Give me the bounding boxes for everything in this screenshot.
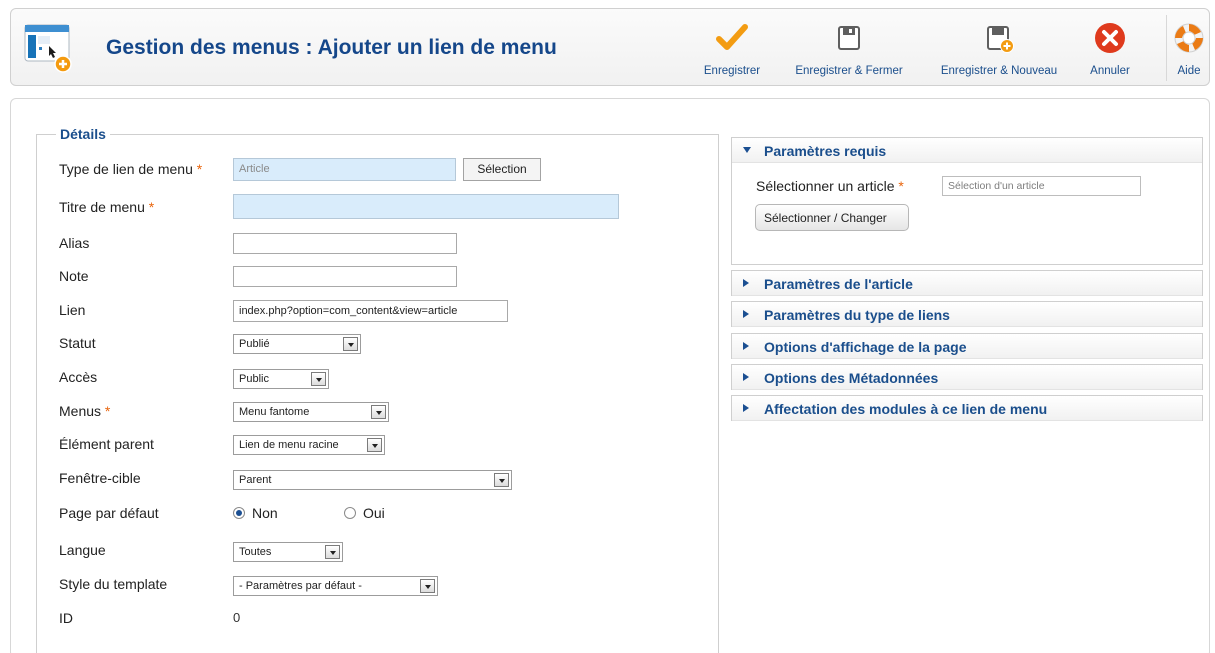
id-value: 0 [233, 610, 241, 625]
article-params-header[interactable]: Paramètres de l'article [732, 271, 1202, 296]
menus-value: Menu fantome [239, 406, 310, 418]
default-page-yes-label: Oui [363, 505, 385, 521]
access-value: Public [239, 373, 269, 385]
note-input[interactable] [233, 266, 457, 287]
save-button[interactable]: Enregistrer [698, 21, 766, 83]
status-label: Statut [59, 335, 96, 351]
chevron-down-icon [494, 473, 509, 487]
cancel-button[interactable]: Annuler [1083, 21, 1137, 83]
required-params-header[interactable]: Paramètres requis [732, 138, 1202, 163]
link-type-params-panel[interactable]: Paramètres du type de liens [731, 301, 1203, 327]
save-new-button[interactable]: Enregistrer & Nouveau [929, 21, 1069, 83]
caret-down-icon [743, 147, 751, 153]
caret-right-icon [743, 342, 749, 350]
default-page-yes-radio[interactable]: Oui [344, 505, 385, 521]
menus-label: Menus * [59, 403, 111, 419]
language-select[interactable]: Toutes [233, 542, 343, 562]
save-close-button[interactable]: Enregistrer & Fermer [784, 21, 914, 83]
select-change-button[interactable]: Sélectionner / Changer [755, 204, 909, 231]
chevron-down-icon [371, 405, 386, 419]
access-label: Accès [59, 369, 98, 385]
article-params-title: Paramètres de l'article [764, 276, 913, 292]
link-label: Lien [59, 302, 86, 318]
save-new-icon [987, 26, 1014, 53]
template-style-label: Style du template [59, 576, 168, 592]
default-page-label: Page par défaut [59, 505, 159, 521]
menu-title-label: Titre de menu * [59, 199, 155, 215]
select-link-type-button[interactable]: Sélection [463, 158, 541, 181]
save-icon [838, 26, 860, 50]
template-style-select[interactable]: - Paramètres par défaut - [233, 576, 438, 596]
radio-icon [344, 507, 356, 519]
cancel-icon [1095, 23, 1125, 53]
alias-label: Alias [59, 235, 90, 251]
toolbar-divider [1166, 15, 1167, 81]
article-params-panel[interactable]: Paramètres de l'article [731, 270, 1203, 296]
menu-title-input[interactable] [233, 194, 619, 219]
caret-right-icon [743, 373, 749, 381]
menu-manager-icon [24, 24, 72, 73]
page-title: Gestion des menus : Ajouter un lien de m… [106, 36, 557, 59]
cancel-label: Annuler [1090, 65, 1130, 77]
required-params-panel: Paramètres requis [731, 137, 1203, 265]
alias-input[interactable] [233, 233, 457, 254]
link-type-params-title: Paramètres du type de liens [764, 307, 950, 323]
template-style-value: - Paramètres par défaut - [239, 580, 362, 592]
module-assignment-header[interactable]: Affectation des modules à ce lien de men… [732, 396, 1202, 421]
menus-select[interactable]: Menu fantome [233, 402, 389, 422]
chevron-down-icon [311, 372, 326, 386]
page-display-options-header[interactable]: Options d'affichage de la page [732, 334, 1202, 359]
save-label: Enregistrer [703, 65, 761, 77]
chevron-down-icon [367, 438, 382, 452]
help-button[interactable]: Aide [1169, 21, 1209, 83]
page-display-options-panel[interactable]: Options d'affichage de la page [731, 333, 1203, 359]
status-select[interactable]: Publié [233, 334, 361, 354]
note-label: Note [59, 268, 89, 284]
default-page-no-label: Non [252, 505, 278, 521]
id-label: ID [59, 610, 73, 626]
chevron-down-icon [343, 337, 358, 351]
chevron-down-icon [420, 579, 435, 593]
target-window-label: Fenêtre-cible [59, 470, 141, 486]
module-assignment-panel[interactable]: Affectation des modules à ce lien de men… [731, 395, 1203, 421]
module-assignment-title: Affectation des modules à ce lien de men… [764, 401, 1048, 417]
caret-right-icon [743, 404, 749, 412]
parent-item-value: Lien de menu racine [239, 439, 339, 451]
link-type-label: Type de lien de menu * [59, 161, 203, 177]
save-close-label: Enregistrer & Fermer [795, 65, 903, 77]
language-value: Toutes [239, 546, 272, 558]
default-page-no-radio[interactable]: Non [233, 505, 278, 521]
help-label: Aide [1177, 65, 1201, 77]
parent-item-label: Élément parent [59, 436, 154, 452]
link-type-field[interactable]: Article [233, 158, 456, 181]
target-window-value: Parent [239, 474, 272, 486]
access-select[interactable]: Public [233, 369, 329, 389]
page-display-options-title: Options d'affichage de la page [764, 339, 967, 355]
status-value: Publié [239, 338, 270, 350]
required-params-title: Paramètres requis [764, 143, 887, 159]
caret-right-icon [743, 310, 749, 318]
link-input[interactable]: index.php?option=com_content&view=articl… [233, 300, 508, 322]
toolbar-header: Gestion des menus : Ajouter un lien de m… [10, 8, 1210, 86]
parent-item-select[interactable]: Lien de menu racine [233, 435, 385, 455]
details-legend: Détails [56, 126, 110, 142]
metadata-options-header[interactable]: Options des Métadonnées [732, 365, 1202, 390]
link-type-params-header[interactable]: Paramètres du type de liens [732, 302, 1202, 327]
language-label: Langue [59, 542, 106, 558]
radio-selected-icon [233, 507, 245, 519]
select-article-label: Sélectionner un article * [756, 178, 904, 194]
target-window-select[interactable]: Parent [233, 470, 512, 490]
chevron-down-icon [325, 545, 340, 559]
select-article-field[interactable]: Sélection d'un article [942, 176, 1141, 196]
metadata-options-title: Options des Métadonnées [764, 370, 939, 386]
check-icon [716, 24, 748, 50]
metadata-options-panel[interactable]: Options des Métadonnées [731, 364, 1203, 390]
save-new-label: Enregistrer & Nouveau [940, 65, 1058, 77]
caret-right-icon [743, 279, 749, 287]
lifebuoy-icon [1174, 23, 1204, 53]
